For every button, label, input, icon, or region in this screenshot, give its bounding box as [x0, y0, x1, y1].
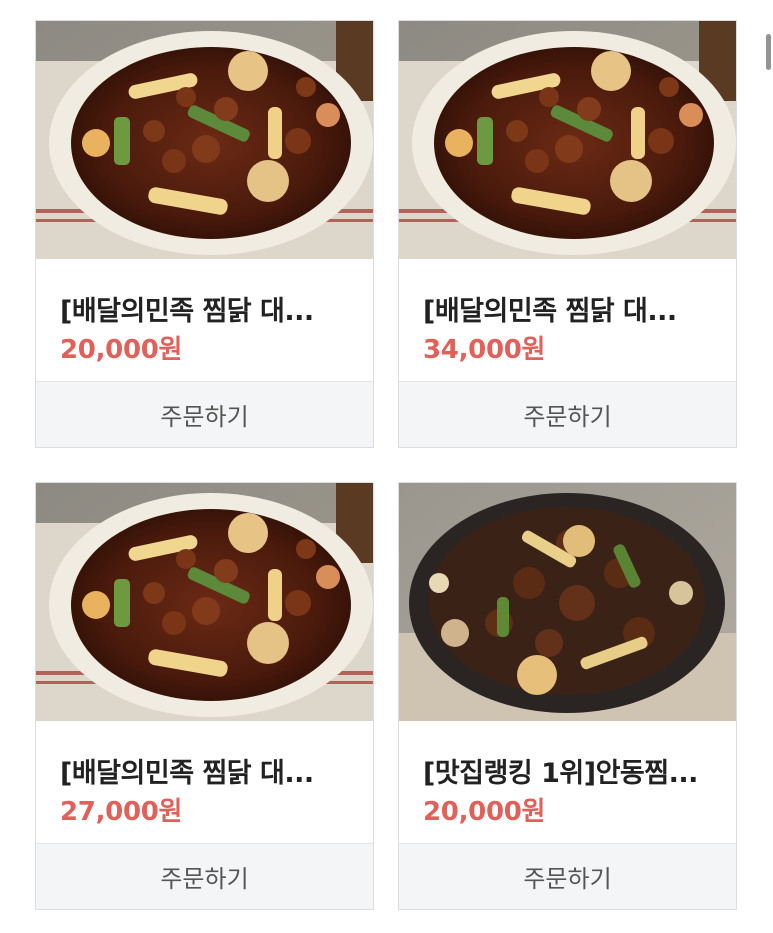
order-button[interactable]: 주문하기 — [399, 381, 736, 447]
product-image[interactable] — [399, 483, 736, 721]
product-info: [배달의민족 찜닭 대... 27,000원 — [36, 721, 373, 843]
product-card[interactable]: [배달의민족 찜닭 대... 20,000원 주문하기 — [35, 20, 374, 448]
product-price: 20,000원 — [60, 335, 183, 365]
order-button[interactable]: 주문하기 — [36, 381, 373, 447]
product-grid: [배달의민족 찜닭 대... 20,000원 주문하기 [배달의민족 찜닭 대.… — [0, 0, 773, 933]
product-card[interactable]: [배달의민족 찜닭 대... 34,000원 주문하기 — [398, 20, 737, 448]
product-info: [맛집랭킹 1위]안동찜... 20,000원 — [399, 721, 736, 843]
product-info: [배달의민족 찜닭 대... 20,000원 — [36, 259, 373, 381]
product-image[interactable] — [399, 21, 736, 259]
scrollbar[interactable] — [766, 34, 771, 70]
product-image[interactable] — [36, 483, 373, 721]
product-card[interactable]: [맛집랭킹 1위]안동찜... 20,000원 주문하기 — [398, 482, 737, 910]
product-info: [배달의민족 찜닭 대... 34,000원 — [399, 259, 736, 381]
product-price: 27,000원 — [60, 797, 183, 827]
product-name[interactable]: [배달의민족 찜닭 대... — [60, 751, 360, 790]
product-price: 34,000원 — [423, 335, 546, 365]
product-image[interactable] — [36, 21, 373, 259]
product-name[interactable]: [배달의민족 찜닭 대... — [60, 289, 360, 328]
order-button[interactable]: 주문하기 — [399, 843, 736, 909]
product-name[interactable]: [맛집랭킹 1위]안동찜... — [423, 751, 723, 790]
product-name[interactable]: [배달의민족 찜닭 대... — [423, 289, 723, 328]
product-price: 20,000원 — [423, 797, 546, 827]
product-card[interactable]: [배달의민족 찜닭 대... 27,000원 주문하기 — [35, 482, 374, 910]
order-button[interactable]: 주문하기 — [36, 843, 373, 909]
